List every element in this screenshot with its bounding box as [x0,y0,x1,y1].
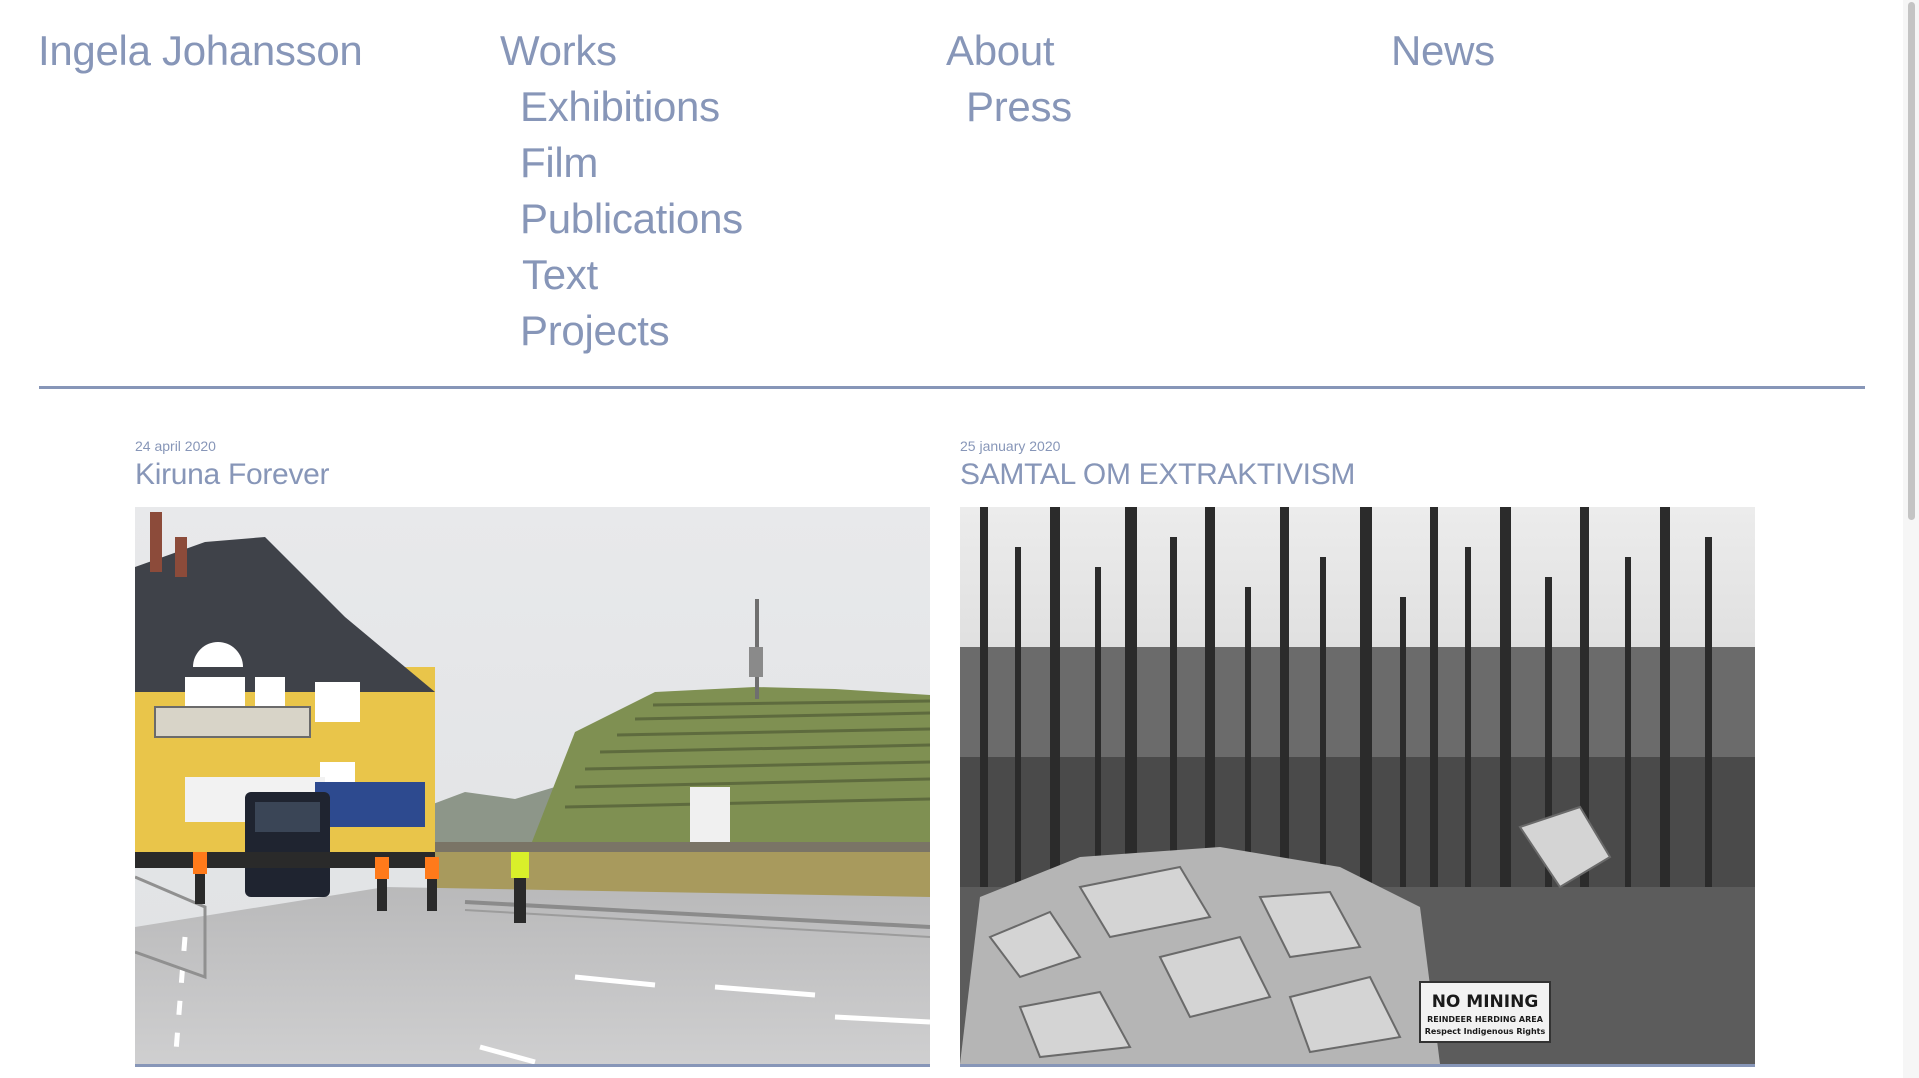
nav-publications-link[interactable]: Publications [520,198,743,240]
sign-line-3: Respect Indigenous Rights [1425,1027,1546,1036]
nav-exhibitions-link[interactable]: Exhibitions [520,86,720,128]
news-image-no-mining[interactable]: NO MINING REINDEER HERDING AREA Respect … [960,507,1755,1067]
news-item: 24 april 2020 Kiruna Forever [135,436,930,1067]
scrollbar-thumb[interactable] [1908,2,1915,520]
nav-works-link[interactable]: Works [500,30,617,72]
photo-house-relocation-icon [135,507,930,1064]
sign-line-2: REINDEER HERDING AREA [1427,1015,1544,1024]
news-item: 25 january 2020 SAMTAL OM EXTRAKTIVISM N… [960,436,1755,1067]
news-date: 25 january 2020 [960,438,1061,454]
news-date: 24 april 2020 [135,438,216,454]
page-scrollbar[interactable] [1903,0,1919,1078]
nav-film-link[interactable]: Film [520,142,598,184]
nav-text-link[interactable]: Text [522,254,598,296]
sign-line-1: NO MINING [1432,992,1539,1012]
page: Ingela Johansson Works About News Exhibi… [0,0,1919,1078]
news-title-link[interactable]: SAMTAL OM EXTRAKTIVISM [960,458,1755,492]
news-title-link[interactable]: Kiruna Forever [135,458,930,492]
nav-news-link[interactable]: News [1391,30,1495,72]
site-title-link[interactable]: Ingela Johansson [38,30,363,72]
header-divider [39,386,1865,389]
photo-forest-no-mining-icon: NO MINING REINDEER HERDING AREA Respect … [960,507,1755,1064]
nav-press-link[interactable]: Press [966,86,1072,128]
nav-projects-link[interactable]: Projects [520,310,670,352]
nav-about-link[interactable]: About [946,30,1055,72]
news-image-house-move[interactable] [135,507,930,1067]
